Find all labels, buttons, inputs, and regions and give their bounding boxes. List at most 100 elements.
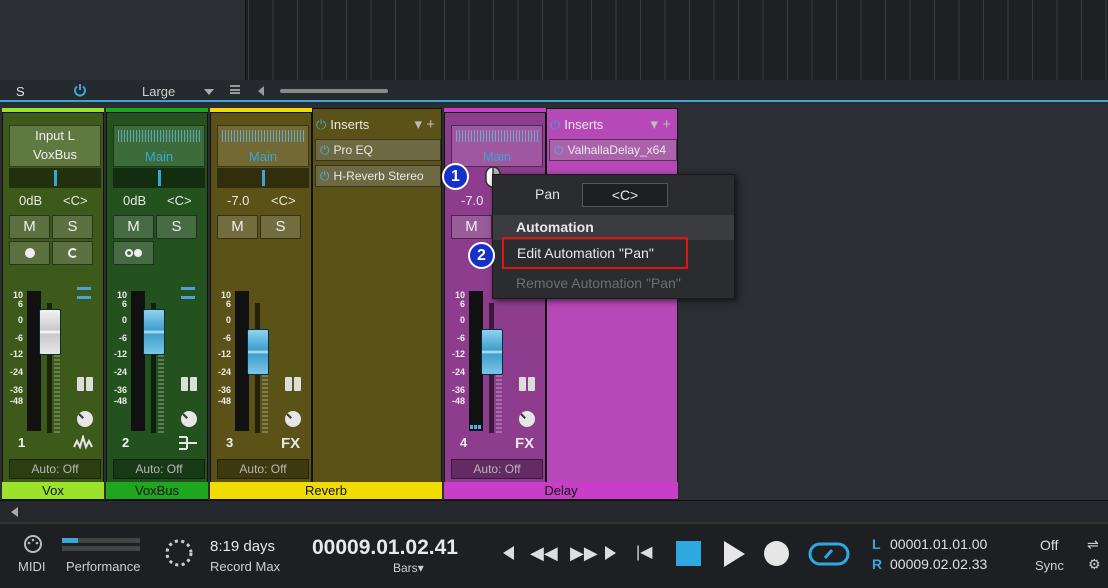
volume-fader[interactable] [247,329,269,375]
pan-knob-icon[interactable] [285,411,301,427]
volume-value[interactable]: -7.0 [227,193,249,208]
automation-mode[interactable]: Auto: Off [113,459,205,479]
power-icon[interactable] [72,82,88,98]
stereo-icon[interactable] [519,377,535,391]
record-button[interactable] [764,541,789,566]
inserts-header: Inserts [564,117,604,132]
automation-mode[interactable]: Auto: Off [451,459,543,479]
play-button[interactable] [724,541,745,567]
solo-button[interactable]: S [156,215,197,239]
channel-name[interactable]: VoxBus [106,482,208,499]
output-select[interactable]: Main [452,147,542,166]
scroll-left-icon[interactable] [258,86,264,96]
song-position[interactable]: 00009.01.02.41 [312,536,458,560]
loop-end[interactable]: 00009.02.02.33 [890,556,987,572]
performance-button[interactable]: Performance [66,559,140,574]
volume-value[interactable]: 0dB [123,193,146,208]
studio-one-window: S Large Input L VoxBus 0dB <C> M S 10 6 … [0,0,1108,588]
mixer-size-select[interactable]: Large [142,84,175,99]
menu-icon[interactable] [230,85,240,94]
output-box: Main [451,125,543,167]
loop-right-label: R [872,556,883,572]
stereo-icon[interactable] [285,377,301,391]
group-icon[interactable] [77,287,91,299]
pan-knob-icon[interactable] [181,411,197,427]
automation-mode[interactable]: Auto: Off [217,459,309,479]
time-format-select[interactable]: Bars▾ [393,561,424,575]
group-icon[interactable] [181,287,195,299]
pan-value[interactable]: <C> [167,193,192,208]
mixer-horizontal-scrollbar[interactable] [0,500,1108,522]
step-badge-2: 2 [468,242,495,269]
solo-toggle[interactable]: S [16,84,25,99]
insert-slot-pro-eq[interactable]: ⏻ Pro EQ [315,139,441,161]
fader-section: 10 6 0 -6 -12 -24 -36 -48 [113,273,205,433]
edit-automation-menu-item[interactable]: Edit Automation "Pan" [502,237,688,269]
metronome-settings-icon[interactable]: ⇌ [1087,536,1099,553]
channel-number: 1 [18,435,26,450]
volume-fader[interactable] [143,309,165,355]
mute-button[interactable]: M [451,215,492,239]
pan-context-menu: Pan <C> Automation Edit Automation "Pan"… [492,174,735,299]
track-list-panel [0,0,246,80]
channel-strip-reverb: Main -7.0 <C> M S 10 6 0 -6 -12 -24 -36 -48 [210,108,312,500]
nudge-back-icon[interactable] [503,546,514,560]
channel-name[interactable]: Vox [2,482,104,499]
mute-button[interactable]: M [9,215,50,239]
output-box: Main [113,125,205,167]
monitor-button[interactable] [52,241,93,265]
mute-button[interactable]: M [217,215,258,239]
listen-button[interactable] [113,241,154,265]
output-select[interactable]: VoxBus [10,145,100,164]
record-arm-button[interactable] [9,241,50,265]
pan-value[interactable]: <C> [271,193,296,208]
stop-button[interactable] [676,541,701,566]
pan-knob-icon[interactable] [519,411,535,427]
fx-icon: FX [281,435,301,452]
volume-value[interactable]: -7.0 [461,193,483,208]
input-select[interactable]: Input L [10,126,100,145]
sync-state[interactable]: Off [1040,537,1058,553]
insert-slot-valhalla-delay[interactable]: ⏻ ValhallaDelay_x64 [549,139,677,161]
pan-slider[interactable] [9,168,101,188]
pan-slider[interactable] [113,168,205,188]
mixer-console: Input L VoxBus 0dB <C> M S 10 6 0 -6 -12… [0,102,1108,500]
stereo-icon[interactable] [77,377,93,391]
nudge-forward-icon[interactable] [605,546,616,560]
loop-icon[interactable] [808,540,850,568]
return-to-zero-icon[interactable]: |◀ [636,545,652,561]
loop-start[interactable]: 00001.01.01.00 [890,536,987,552]
scroll-left-icon[interactable] [11,507,18,517]
solo-button[interactable]: S [260,215,301,239]
automation-mode[interactable]: Auto: Off [9,459,101,479]
chevron-down-icon[interactable] [204,89,214,95]
power-icon[interactable]: ⏻ [550,117,560,132]
timeline-grid[interactable] [248,0,1108,80]
volume-fader[interactable] [481,329,503,375]
add-insert-icon[interactable]: ▾ + [415,115,435,133]
pan-knob-icon[interactable] [77,411,93,427]
insert-slot-h-reverb[interactable]: ⏻ H-Reverb Stereo [315,165,441,187]
pan-value[interactable]: <C> [63,193,88,208]
mixer-toolbar: S Large [0,80,1108,102]
fast-forward-icon[interactable]: ▶▶ [570,544,598,562]
volume-value[interactable]: 0dB [19,193,42,208]
rewind-icon[interactable]: ◀◀ [530,544,558,562]
stereo-icon[interactable] [181,377,197,391]
solo-button[interactable]: S [52,215,93,239]
mute-button[interactable]: M [113,215,154,239]
pan-slider[interactable] [217,168,309,188]
channel-name[interactable]: Delay [444,482,678,499]
gear-icon[interactable]: ⚙ [1088,556,1101,573]
mixer-overview-scrollbar[interactable] [280,89,388,93]
add-insert-icon[interactable]: ▾ + [651,115,671,133]
pan-value-field[interactable]: <C> [582,183,668,207]
channel-strip-voxbus: Main 0dB <C> M S 10 6 0 -6 -12 -24 -36 -48 [106,108,208,500]
inserts-panel-delay: ⏻ Inserts ▾ + ⏻ ValhallaDelay_x64 [546,108,678,500]
output-select[interactable]: Main [218,147,308,166]
arrange-area [0,0,1108,80]
output-select[interactable]: Main [114,147,204,166]
channel-name[interactable]: Reverb [210,482,442,499]
power-icon[interactable]: ⏻ [316,117,326,132]
volume-fader[interactable] [39,309,61,355]
